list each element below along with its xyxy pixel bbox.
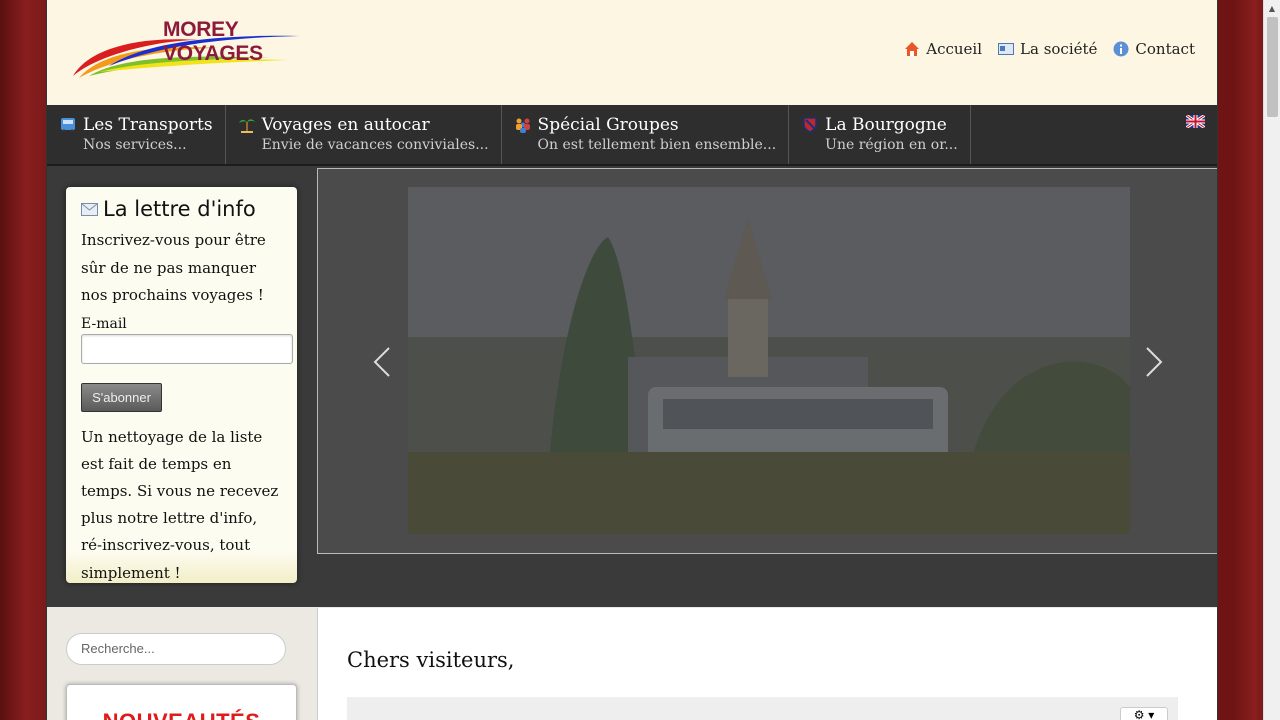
- page: MOREY VOYAGES Accueil La société Contact: [46, 0, 1218, 720]
- main-navigation: Les Transports Nos services... Voyages e…: [47, 105, 1217, 166]
- email-field[interactable]: [81, 333, 293, 364]
- uk-flag-icon[interactable]: [1186, 115, 1205, 128]
- menu-item-transports[interactable]: Les Transports Nos services...: [47, 105, 226, 164]
- slider-next-icon[interactable]: [1144, 346, 1164, 378]
- nav-link-label: Accueil: [926, 40, 983, 58]
- top-navigation: Accueil La société Contact: [904, 40, 1195, 58]
- bus-icon: [61, 118, 75, 133]
- feature-band: La lettre d'info Inscrivez-vous pour êtr…: [47, 166, 1217, 607]
- newsletter-header: La lettre d'info: [81, 197, 282, 221]
- gear-icon[interactable]: ⚙ ▾: [1120, 707, 1168, 720]
- site-header: MOREY VOYAGES Accueil La société Contact: [47, 0, 1217, 105]
- info-icon: [1113, 41, 1129, 57]
- menu-item-title: Voyages en autocar: [261, 115, 430, 135]
- group-icon: [515, 118, 530, 133]
- scroll-up-icon[interactable]: ▲: [1264, 0, 1280, 17]
- menu-item-bourgogne[interactable]: La Bourgogne Une région en or...: [789, 105, 971, 164]
- news-title: NOUVEAUTÉS: [103, 709, 261, 720]
- scrollbar-thumb[interactable]: [1267, 17, 1278, 117]
- nav-link-accueil[interactable]: Accueil: [904, 40, 982, 58]
- nav-link-label: La société: [1020, 40, 1098, 58]
- menu-item-title: Les Transports: [83, 115, 213, 135]
- logo[interactable]: MOREY VOYAGES: [69, 14, 339, 88]
- slider-prev-icon[interactable]: [372, 346, 392, 378]
- newsletter-note: Un nettoyage de la liste est fait de tem…: [81, 427, 279, 582]
- logo-text: MOREY VOYAGES: [163, 18, 263, 65]
- menu-item-title: La Bourgogne: [825, 115, 947, 135]
- shield-icon: [803, 117, 817, 133]
- menu-item-subtitle: Une région en or...: [825, 137, 958, 153]
- menu-item-subtitle: Envie de vacances conviviales...: [261, 137, 489, 153]
- menu-item-voyages[interactable]: Voyages en autocar Envie de vacances con…: [226, 105, 502, 164]
- subscribe-button[interactable]: S'abonner: [81, 382, 162, 412]
- id-card-icon: [998, 41, 1015, 57]
- news-box: NOUVEAUTÉS: [66, 684, 297, 720]
- nav-link-contact[interactable]: Contact: [1113, 40, 1195, 58]
- content-toolbar: ⚙ ▾: [347, 697, 1178, 720]
- main-content: Chers visiteurs, ⚙ ▾: [317, 608, 1217, 720]
- nav-link-societe[interactable]: La société: [998, 40, 1097, 58]
- menu-item-groupes[interactable]: Spécial Groupes On est tellement bien en…: [502, 105, 790, 164]
- search-input[interactable]: Recherche...: [66, 633, 286, 665]
- home-icon: [904, 41, 920, 57]
- palm-tree-icon: [238, 119, 255, 133]
- slide-image: [408, 187, 1130, 534]
- email-label: E-mail: [81, 315, 127, 332]
- newsletter-title: La lettre d'info: [103, 197, 256, 221]
- newsletter-box: La lettre d'info Inscrivez-vous pour êtr…: [66, 187, 297, 583]
- envelope-icon: [81, 202, 98, 216]
- scrollbar[interactable]: ▲: [1263, 0, 1280, 720]
- menu-item-subtitle: On est tellement bien ensemble...: [537, 137, 777, 153]
- lower-content: Recherche... NOUVEAUTÉS Chers visiteurs,…: [47, 608, 1217, 720]
- nav-link-label: Contact: [1135, 40, 1195, 58]
- menu-item-title: Spécial Groupes: [537, 115, 679, 135]
- newsletter-intro: Inscrivez-vous pour être sûr de ne pas m…: [81, 231, 266, 304]
- page-title: Chers visiteurs,: [347, 648, 515, 672]
- menu-item-subtitle: Nos services...: [83, 137, 187, 153]
- image-slider: [317, 168, 1217, 554]
